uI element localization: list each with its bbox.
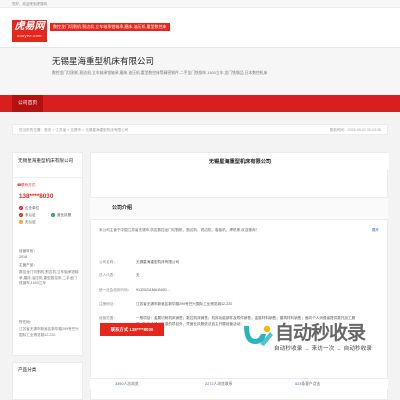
phone-icon: ☎ xyxy=(17,183,22,187)
info-label-address: 注册地址： xyxy=(99,302,117,306)
cert-enterprise: 企业单位 xyxy=(25,206,40,210)
stat-views: 3390人次浏览 xyxy=(115,382,139,387)
info-value-credit: 91320211MA1NXD... xyxy=(136,288,170,292)
logo-sub-text: cooyee.com xyxy=(17,33,42,38)
header-slogan: 数控龙门切割机,割边机,立车轴承钳轴承,磨床,油压机,重型数控床 xyxy=(50,23,170,31)
watermark-overlay: 自动秒收录 自动秒收录 → 来访一次 → 自动秒收录 xyxy=(240,312,390,362)
scope-label: 主营产品： xyxy=(19,263,37,267)
stat-contacts: 2272人浏览联系 xyxy=(205,382,232,387)
info-label-legal: 法人代表： xyxy=(99,273,117,277)
main-company-title: 无锡星海重型机床有限公司 xyxy=(208,159,272,165)
stat-clicks: 523条客户点击 xyxy=(295,382,320,387)
phone-number[interactable]: 138****8030 xyxy=(19,193,53,202)
info-label-name: 公司名称： xyxy=(99,260,117,264)
info-value-address: 江苏省无锡市新吴区新华路299号巴兴国际工业博览城42-220 xyxy=(136,302,233,306)
watermark-logo-icon xyxy=(244,325,273,346)
section-bar xyxy=(90,197,388,220)
cert-license: 营业执照 xyxy=(57,213,72,217)
address-text: 江苏省无锡市新吴区新华路299号巴兴国际工业博览城42-220 xyxy=(19,327,79,337)
product-category-box: 产品分类 xyxy=(12,362,83,400)
expand-link[interactable]: 展开 xyxy=(372,228,379,233)
stats-bar: 3390人次浏览 2272人浏览联系 523条客户点击 xyxy=(90,378,388,389)
contact-button[interactable]: 联系方式 138****8030 xyxy=(100,323,164,336)
cert-none: 无认证 xyxy=(25,220,36,224)
watermark-subtitle: 自动秒收录 → 来访一次 → 自动秒收录 xyxy=(274,346,373,352)
company-title: 无锡星海重型机床有限公司 xyxy=(52,56,155,66)
product-category-title: 产品分类 xyxy=(18,367,37,372)
site-header: 虎易网 cooyee.com 数控龙门切割机,割边机,立车轴承钳轴承,磨床,油压… xyxy=(0,8,400,47)
info-value-legal: 无 xyxy=(136,273,140,277)
site-logo[interactable]: 虎易网 cooyee.com xyxy=(12,20,47,42)
since-label: 经营年份： xyxy=(19,249,37,253)
stat-views-text: 人次浏览 xyxy=(123,382,139,386)
company-description: 数控龙门切割机,割边机,立车轴承钳轴承,磨床,油压机,重型数控床等精密钢件,二手… xyxy=(52,71,268,75)
phone-label: 联系方式 xyxy=(21,183,36,187)
top-bar: 您好，欢迎来到虎易网 xyxy=(0,0,400,8)
since-value: 2018 xyxy=(19,255,27,259)
sidebar-divider xyxy=(13,177,84,178)
info-value-name: 无锡星海重型机床有限公司 xyxy=(136,260,180,264)
license-icon: ✓ xyxy=(51,213,55,217)
breadcrumb-bar: 您当前的位置：首页 > 江苏省 > 无锡市 > 无锡星海重型机床有限公司 更新时… xyxy=(12,124,388,135)
stat-clicks-text: 条客户点击 xyxy=(301,382,321,386)
cert-none-icon: ✓ xyxy=(19,220,23,224)
cert-id-icon: ✓ xyxy=(19,213,23,217)
cert-unverified: 未认证 xyxy=(25,213,36,217)
sidebar-company-name: 无锡星海重型机床有限公司 xyxy=(18,158,74,163)
address-label: 所在地： xyxy=(19,320,34,324)
welcome-text: 您好，欢迎来到虎易网 xyxy=(12,1,47,6)
info-label-credit: 统一社会信用代码： xyxy=(99,288,132,292)
breadcrumb[interactable]: 您当前的位置：首页 > 江苏省 > 无锡市 > 无锡星海重型机床有限公司 xyxy=(19,128,128,133)
nav-home[interactable]: 公司首页 xyxy=(12,95,44,112)
info-label-scope: 经营范围： xyxy=(99,316,117,320)
main-nav: 公司首页 xyxy=(0,95,400,112)
scope-text: 数控龙门切割机,割边机,立车轴承钳轴承,磨床,油压机,重型数控床,二手龙门铣钢车… xyxy=(19,270,79,285)
cert-shield-icon: ✓ xyxy=(19,206,23,210)
section-title: 公司介绍 xyxy=(112,205,133,211)
logo-main-text: 虎易网 xyxy=(14,21,45,32)
intro-text: 本公司主营于中国江苏省无锡市,供应数控龙门切割机、割边机、铣边机、卷板机、焊机等… xyxy=(99,228,260,232)
watermark-title: 自动秒收录 xyxy=(275,322,366,344)
company-banner: 无锡星海重型机床有限公司 数控龙门切割机,割边机,立车轴承钳轴承,磨床,油压机,… xyxy=(0,47,400,95)
company-sidebar: 无锡星海重型机床有限公司 ☎ 联系方式 138****8030 ✓ 企业单位 ✓… xyxy=(12,152,84,356)
update-time: 更新时间：2024-09-02 00:23:36 xyxy=(329,128,381,132)
stat-contacts-text: 人浏览联系 xyxy=(213,382,233,386)
main-content: 无锡星海重型机床有限公司 公司介绍 本公司主营于中国江苏省无锡市,供应数控龙门切… xyxy=(90,152,389,400)
